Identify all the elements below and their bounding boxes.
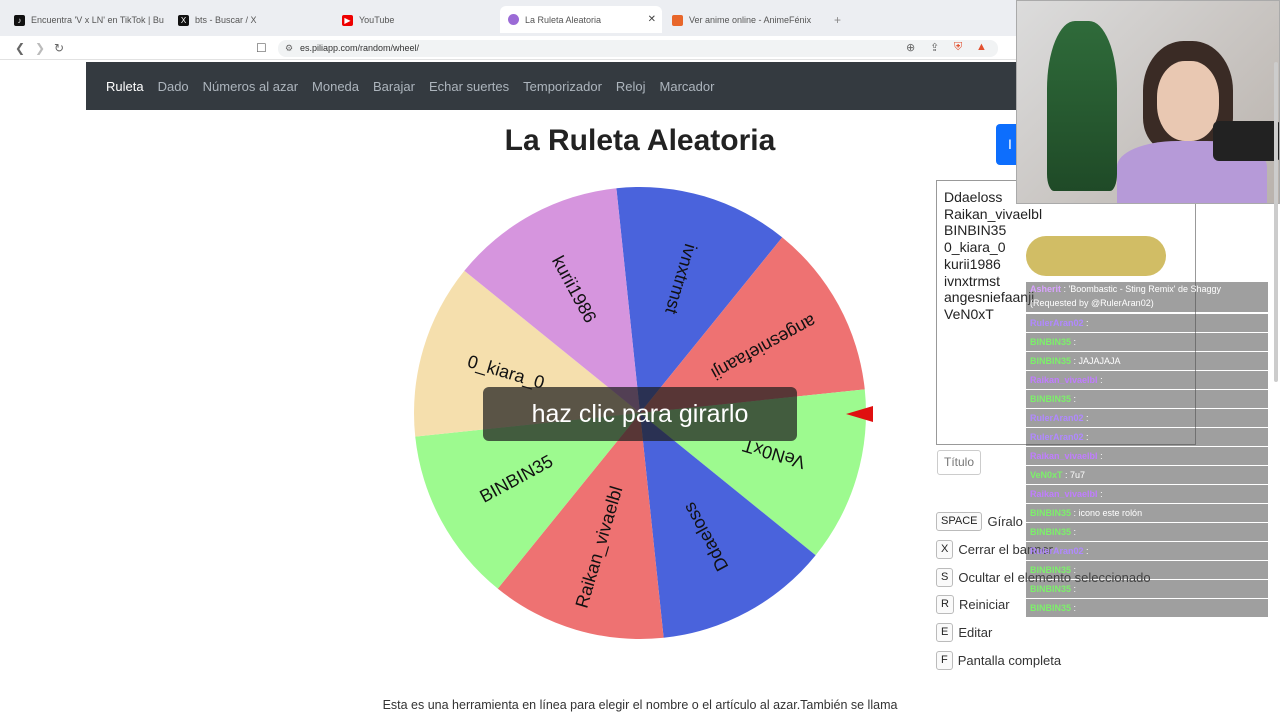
chat-message: BINBIN35 : (1026, 333, 1268, 351)
tab-ruleta[interactable]: La Ruleta Aleatoria ✕ (500, 6, 662, 33)
tab-tiktok[interactable]: ♪ Encuentra 'V x LN' en TikTok | Busca (14, 9, 164, 31)
nav-dado[interactable]: Dado (158, 79, 189, 94)
shortcut-label: Reiniciar (958, 597, 1010, 613)
nav-temporizador[interactable]: Temporizador (523, 79, 602, 94)
chat-message: BINBIN35 : (1026, 599, 1268, 617)
shortcut-edit: E Editar (936, 619, 1151, 647)
nav-marcador[interactable]: Marcador (660, 79, 715, 94)
back-icon[interactable]: ❮ (15, 41, 25, 55)
chat-message: BINBIN35 : (1026, 561, 1268, 579)
tab-label: Ver anime online - AnimeFénix (689, 15, 812, 25)
chat-message: BINBIN35 : (1026, 523, 1268, 541)
christmas-tree-image (1047, 21, 1117, 191)
microphone-image (1213, 121, 1279, 161)
tab-label: YouTube (359, 15, 395, 25)
shortcut-key: X (936, 540, 954, 560)
stream-chat-overlay: Asherit : 'Boombastic - Sting Remix' de … (1026, 206, 1270, 618)
shortcut-key: F (936, 650, 953, 670)
spin-overlay-button[interactable]: haz clic para girarlo (483, 387, 797, 441)
nav-numeros[interactable]: Números al azar (203, 79, 298, 94)
page-title: La Ruleta Aleatoria (504, 124, 776, 157)
shortcut-label: Gíralo (987, 514, 1023, 530)
chat-message: Raikan_vivaelbl : (1026, 485, 1268, 503)
chat-message: RulerAran02 : (1026, 409, 1268, 427)
chat-message: RulerAran02 : (1026, 314, 1268, 332)
chat-message: Asherit : 'Boombastic - Sting Remix' de … (1026, 282, 1268, 312)
nav-echar-suertes[interactable]: Echar suertes (429, 79, 509, 94)
chat-message: RulerAran02 : (1026, 542, 1268, 560)
shortcut-key: SPACE (936, 512, 983, 532)
rewards-icon[interactable]: ▲ (976, 41, 987, 53)
dragon-image (1026, 236, 1166, 276)
chat-message: BINBIN35 : (1026, 580, 1268, 598)
tab-label: La Ruleta Aleatoria (525, 14, 602, 25)
nav-moneda[interactable]: Moneda (312, 79, 359, 94)
chat-message: BINBIN35 : icono este rolón (1026, 504, 1268, 522)
url-text: es.piliapp.com/random/wheel/ (300, 43, 420, 53)
tab-youtube[interactable]: ▶ YouTube (342, 9, 492, 31)
url-field[interactable]: ⚙ es.piliapp.com/random/wheel/ (278, 40, 998, 57)
nav-reloj[interactable]: Reloj (616, 79, 646, 94)
blue-action-button[interactable]: I (996, 124, 1018, 165)
shortcut-key: S (936, 567, 954, 587)
chat-message: VeN0xT : 7u7 (1026, 466, 1268, 484)
shortcut-label: Editar (958, 625, 993, 641)
x-icon: X (178, 14, 189, 26)
site-info-icon[interactable]: ⚙ (285, 40, 293, 57)
zoom-icon[interactable]: ⊕ (906, 41, 915, 54)
webcam-overlay (1016, 0, 1280, 204)
streamer-face (1157, 61, 1219, 141)
chat-message: Raikan_vivaelbl : (1026, 371, 1268, 389)
chat-message: Raikan_vivaelbl : (1026, 447, 1268, 465)
bookmark-icon[interactable]: ☐ (256, 41, 267, 55)
tab-label: bts - Buscar / X (195, 15, 257, 25)
close-tab-icon[interactable]: ✕ (648, 14, 656, 25)
wheel-icon (508, 14, 519, 25)
new-tab-icon[interactable]: + (834, 9, 848, 31)
chat-message: BINBIN35 : (1026, 390, 1268, 408)
shortcut-key: R (936, 595, 954, 615)
shortcut-key: E (936, 623, 954, 643)
site-navbar: Ruleta Dado Números al azar Moneda Baraj… (86, 62, 1016, 110)
youtube-icon: ▶ (342, 14, 353, 26)
anime-icon (672, 14, 683, 26)
nav-barajar[interactable]: Barajar (373, 79, 415, 94)
tab-animefenix[interactable]: Ver anime online - AnimeFénix (672, 9, 832, 31)
page-scrollbar[interactable] (1274, 62, 1278, 382)
chat-message: RulerAran02 : (1026, 428, 1268, 446)
tab-x-search[interactable]: X bts - Buscar / X (178, 9, 328, 31)
shortcut-label: Pantalla completa (957, 652, 1062, 668)
tab-label: Encuentra 'V x LN' en TikTok | Busca (31, 15, 164, 25)
page-description: Esta es una herramienta en línea para el… (382, 698, 898, 712)
brave-shield-icon[interactable]: ⛨ (954, 41, 962, 54)
share-icon[interactable]: ⇪ (930, 41, 939, 54)
chat-message: BINBIN35 : JAJAJAJA (1026, 352, 1268, 370)
title-input[interactable]: Título (937, 450, 981, 475)
forward-icon[interactable]: ❯ (35, 41, 45, 55)
nav-ruleta[interactable]: Ruleta (106, 79, 144, 94)
tiktok-icon: ♪ (14, 14, 25, 26)
reload-icon[interactable]: ↻ (54, 41, 64, 55)
shortcut-fullscreen: F Pantalla completa (936, 646, 1151, 674)
